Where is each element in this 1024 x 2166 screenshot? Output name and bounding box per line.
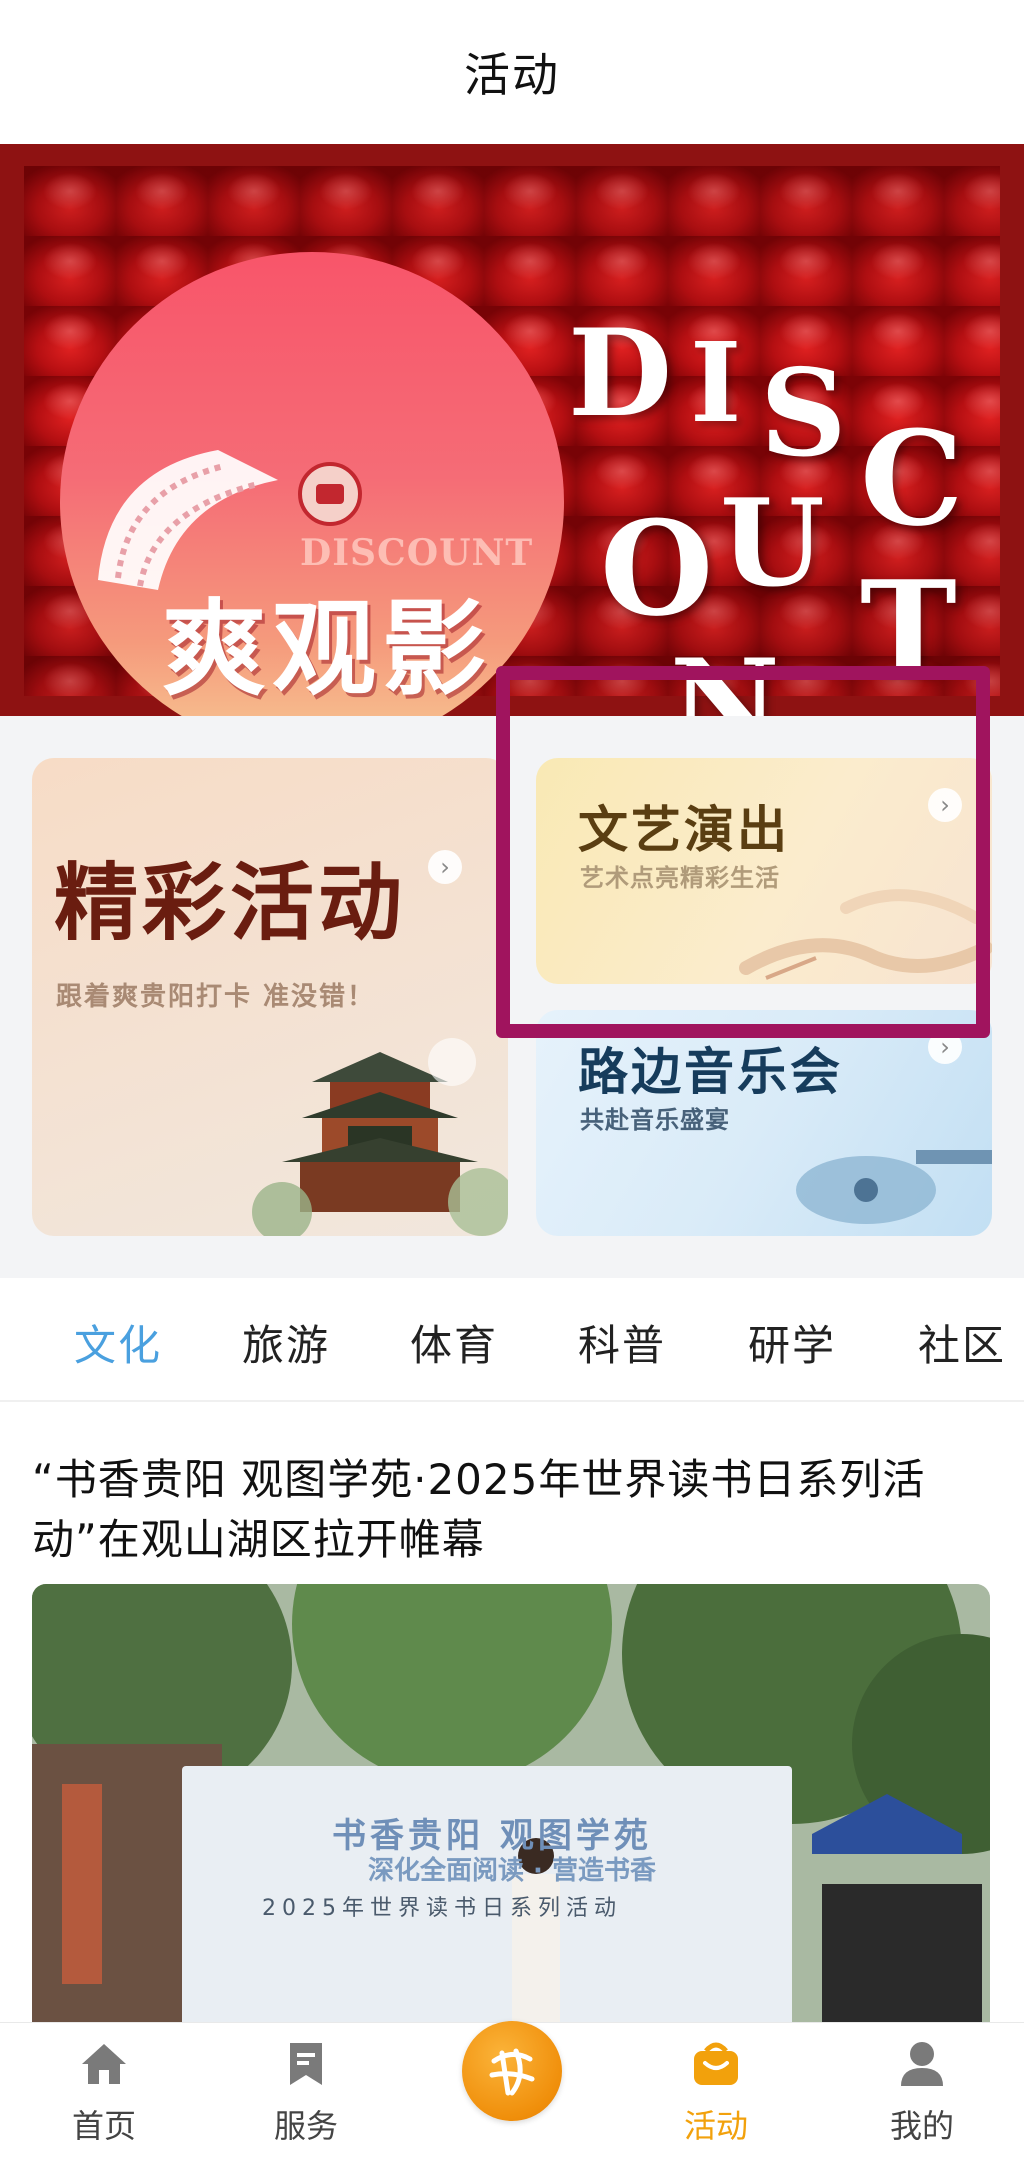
nav-label: 首页 — [71, 2107, 136, 2145]
nav-activities[interactable]: 活动 — [646, 2037, 786, 2157]
nav-home[interactable]: 首页 — [34, 2037, 174, 2157]
article-photo[interactable]: 书香贵阳 观图学苑 深化全面阅读 · 营造书香 2025年世界读书日系列活动 — [32, 1584, 990, 2044]
card-subtitle: 跟着爽贵阳打卡 准没错！ — [56, 982, 376, 1012]
user-icon — [895, 2037, 949, 2091]
tab-sports[interactable]: 体育 — [410, 1312, 498, 1373]
card-subtitle: 共赴音乐盛宴 — [580, 1106, 730, 1134]
bottom-navigation: 首页 服务 活动 我的 — [0, 2021, 1024, 2166]
bag-icon — [689, 2037, 743, 2091]
category-tabs: 文化 旅游 体育 科普 研学 社区 — [0, 1278, 1024, 1402]
promo-banner[interactable]: DISCOUNT 爽观影 D I S C O U N T — [0, 144, 1024, 716]
tab-culture[interactable]: 文化 — [74, 1312, 162, 1373]
discount-big-letters: D I S C O U N T — [560, 303, 1020, 717]
big-letter: S — [760, 343, 847, 484]
news-article[interactable]: “书香贵阳 观图学苑·2025年世界读书日系列活动”在观山湖区拉开帷幕 书香贵阳… — [0, 1402, 1024, 2044]
brand-logo-icon — [489, 2048, 535, 2096]
big-letter: O — [600, 492, 714, 645]
event-board-line-2: 深化全面阅读 · 营造书香 — [368, 1856, 656, 1886]
tab-community[interactable]: 社区 — [918, 1312, 1006, 1373]
tab-study-tour[interactable]: 研学 — [748, 1312, 836, 1373]
nav-label: 活动 — [683, 2107, 748, 2145]
nav-services[interactable]: 服务 — [236, 2037, 376, 2157]
home-icon — [77, 2037, 131, 2091]
roadside-concert-card[interactable]: 路边音乐会 共赴音乐盛宴 › — [536, 1010, 992, 1236]
article-title[interactable]: “书香贵阳 观图学苑·2025年世界读书日系列活动”在观山湖区拉开帷幕 — [32, 1450, 992, 1570]
card-title: 精彩活动 — [54, 854, 407, 952]
big-letter: U — [720, 473, 825, 614]
pavilion-illustration — [252, 1038, 508, 1236]
nav-profile[interactable]: 我的 — [852, 2037, 992, 2157]
nav-label: 服务 — [273, 2107, 338, 2145]
city-emblem-icon — [298, 462, 362, 526]
nav-label: 我的 — [889, 2107, 954, 2145]
bookmark-icon — [279, 2037, 333, 2091]
tab-science[interactable]: 科普 — [578, 1312, 666, 1373]
banner-title: 爽观影 — [162, 588, 493, 710]
featured-activities-card[interactable]: 精彩活动 跟着爽贵阳打卡 准没错！ › — [32, 758, 508, 1236]
guitar-illustration — [796, 1150, 992, 1224]
page-title: 活动 — [464, 48, 560, 102]
event-board-line-3: 2025年世界读书日系列活动 — [262, 1896, 622, 1921]
tab-tourism[interactable]: 旅游 — [242, 1312, 330, 1373]
chevron-right-icon: › — [428, 850, 462, 884]
big-letter: C — [860, 402, 964, 555]
big-letter: I — [690, 318, 742, 447]
top-header: 活动 — [0, 0, 1024, 144]
big-letter: D — [568, 303, 673, 444]
highlight-annotation-box — [496, 666, 990, 1038]
brand-logo-button[interactable] — [462, 2021, 562, 2121]
